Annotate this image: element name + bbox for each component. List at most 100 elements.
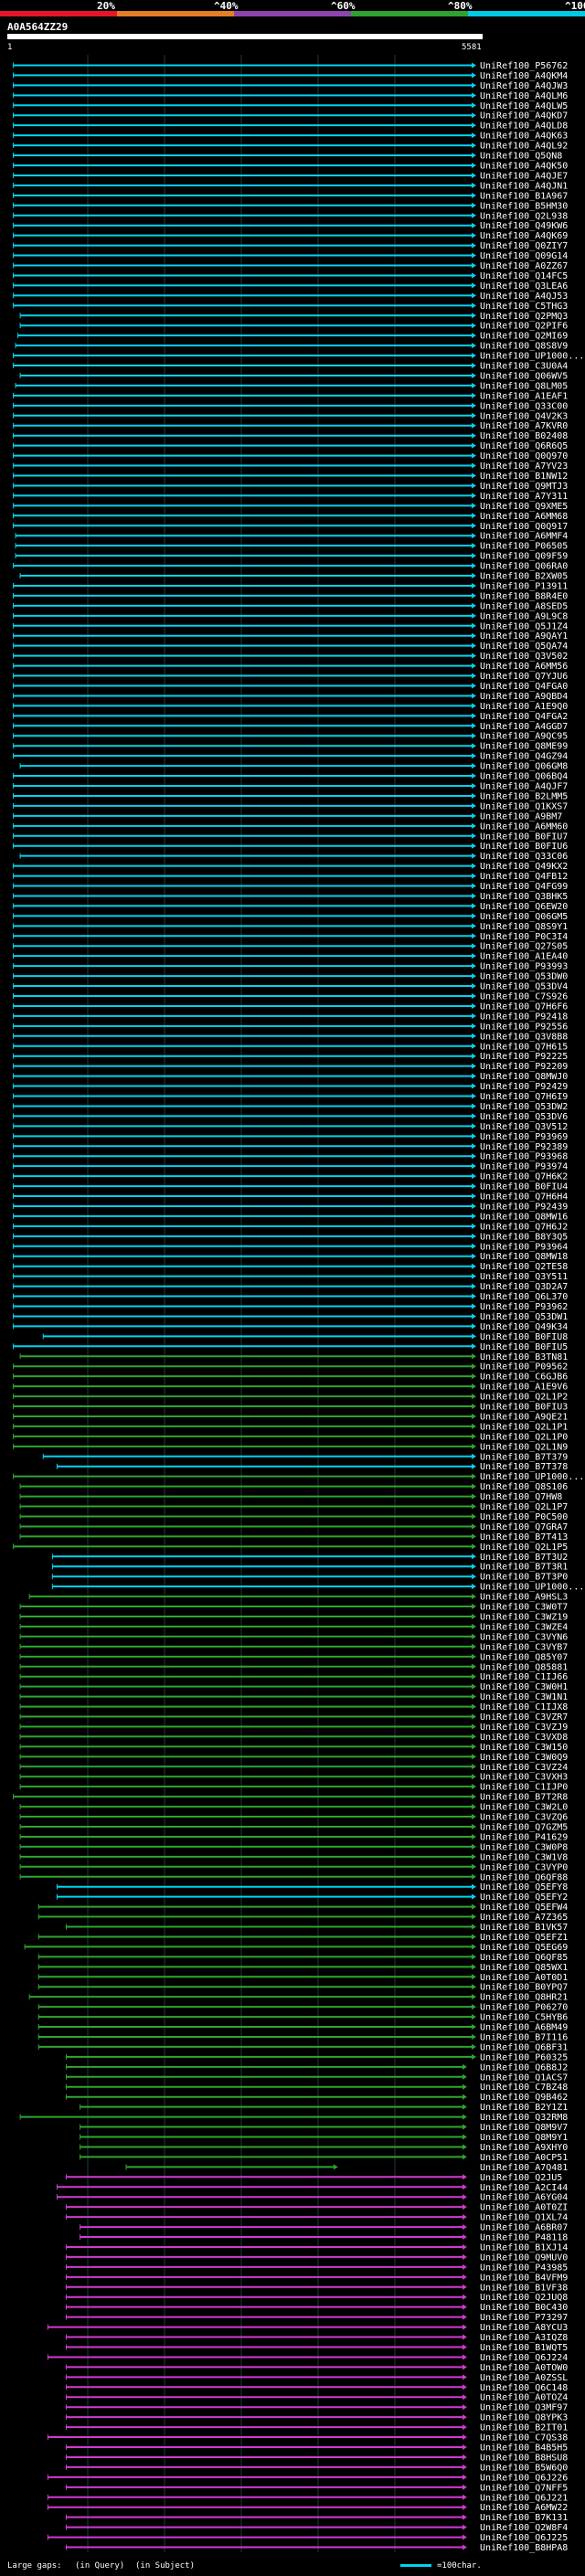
hit-label: UniRef100_B7T3R1 xyxy=(480,1563,568,1573)
hit-label: UniRef100_Q7NFF5 xyxy=(480,2483,568,2493)
hit-label: UniRef100_Q4FG99 xyxy=(480,882,568,892)
hit-label: UniRef100_Q6J226 xyxy=(480,2473,568,2483)
hit-label: UniRef100_Q2MI69 xyxy=(480,332,568,342)
hit-label: UniRef100_A7Q481 xyxy=(480,2163,568,2173)
hit-label: UniRef100_Q09G14 xyxy=(480,251,568,261)
hit-label: UniRef100_Q4V2K3 xyxy=(480,411,568,421)
hit-label: UniRef100_A7Y311 xyxy=(480,492,568,502)
hit-label: UniRef100_B7T3P0 xyxy=(480,1573,568,1583)
hit-label: UniRef100_A6MW22 xyxy=(480,2503,568,2513)
hit-label: UniRef100_Q49K34 xyxy=(480,1322,568,1332)
hit-label: UniRef100_B02408 xyxy=(480,431,568,441)
hit-label: UniRef100_Q1ACS7 xyxy=(480,2072,568,2083)
hit-label: UniRef100_C3W0P8 xyxy=(480,1842,568,1852)
hit-label: UniRef100_C3W0H1 xyxy=(480,1682,568,1692)
hit-label: UniRef100_Q53DW0 xyxy=(480,972,568,982)
hit-label: UniRef100_A4QK63 xyxy=(480,132,568,142)
hit-label: UniRef100_Q8LM05 xyxy=(480,381,568,391)
hit-label: UniRef100_Q9MTJ3 xyxy=(480,482,568,492)
hit-label: UniRef100_Q0Q917 xyxy=(480,522,568,532)
hit-label: UniRef100_Q8S8V9 xyxy=(480,342,568,352)
hit-label: UniRef100_B2XW05 xyxy=(480,572,568,582)
hit-label: UniRef100_A7Z365 xyxy=(480,1913,568,1923)
hit-label: UniRef100_Q6B8J2 xyxy=(480,2062,568,2072)
colorbar-label: ^100% xyxy=(565,0,585,12)
hit-label: UniRef100_P93974 xyxy=(480,1162,568,1172)
hit-label: UniRef100_B1A967 xyxy=(480,191,568,201)
hit-label: UniRef100_Q3Y511 xyxy=(480,1272,568,1282)
hit-label: UniRef100_B8HPA8 xyxy=(480,2543,568,2553)
hit-label: UniRef100_B0FIU6 xyxy=(480,842,568,852)
hit-label: UniRef100_A9QAY1 xyxy=(480,631,568,641)
hit-label: UniRef100_Q8ME99 xyxy=(480,742,568,752)
hit-label: UniRef100_P92439 xyxy=(480,1202,568,1212)
hit-label: UniRef100_Q6J221 xyxy=(480,2493,568,2503)
hit-label: UniRef100_B8R4E0 xyxy=(480,591,568,601)
hit-label: UniRef100_Q3BHK5 xyxy=(480,892,568,902)
hit-label: UniRef100_A0ZZ67 xyxy=(480,261,568,271)
hit-label: UniRef100_B5HM30 xyxy=(480,201,568,211)
query-bar xyxy=(7,34,483,39)
hit-label: UniRef100_B0YPQ7 xyxy=(480,1983,568,1993)
hit-label: UniRef100_A7KVR0 xyxy=(480,421,568,431)
hit-label: UniRef100_Q8M9V7 xyxy=(480,2123,568,2133)
hit-label: UniRef100_Q5J1Z4 xyxy=(480,621,568,631)
hit-label: UniRef100_A4GGD7 xyxy=(480,722,568,732)
hit-label: UniRef100_C3VYP0 xyxy=(480,1862,568,1872)
hit-label: UniRef100_C3W0Q9 xyxy=(480,1753,568,1763)
hit-label: UniRef100_A4QK69 xyxy=(480,231,568,241)
hit-label: UniRef100_A1EA40 xyxy=(480,952,568,962)
hit-label: UniRef100_P43985 xyxy=(480,2263,568,2273)
hit-label: UniRef100_P93968 xyxy=(480,1152,568,1162)
hit-label: UniRef100_Q2L1P2 xyxy=(480,1393,568,1403)
hit-label: UniRef100_B1XJ14 xyxy=(480,2242,568,2253)
hit-label: UniRef100_Q53DV6 xyxy=(480,1112,568,1122)
hit-label: UniRef100_Q53DW1 xyxy=(480,1312,568,1322)
hit-label: UniRef100_Q7H6J2 xyxy=(480,1222,568,1232)
hit-label: UniRef100_C3W2L0 xyxy=(480,1803,568,1813)
hit-label: UniRef100_Q2W8F4 xyxy=(480,2523,568,2533)
hit-label: UniRef100_Q06WV5 xyxy=(480,371,568,381)
hit-label: UniRef100_A0T0D1 xyxy=(480,1973,568,1983)
hit-label: UniRef100_C3VYN6 xyxy=(480,1632,568,1642)
hit-label: UniRef100_C3WZE4 xyxy=(480,1622,568,1632)
hit-label: UniRef100_Q8M9Y1 xyxy=(480,2133,568,2143)
hit-label: UniRef100_Q2PIF6 xyxy=(480,322,568,332)
hit-label: UniRef100_Q3V512 xyxy=(480,1122,568,1132)
hit-label: UniRef100_A4QKM4 xyxy=(480,71,568,81)
hit-label: UniRef100_Q49KW6 xyxy=(480,221,568,231)
hit-label: UniRef100_P06505 xyxy=(480,542,568,552)
hit-label: UniRef100_Q3LEA6 xyxy=(480,281,568,292)
hit-label: UniRef100_C5HYB6 xyxy=(480,2013,568,2023)
hit-label: UniRef100_C3U0A4 xyxy=(480,362,568,372)
hit-label: UniRef100_Q06BQ4 xyxy=(480,772,568,782)
hit-label: UniRef100_Q9B462 xyxy=(480,2093,568,2103)
hit-label: UniRef100_Q2JU5 xyxy=(480,2173,562,2183)
hit-label: UniRef100_B0FIU5 xyxy=(480,1342,568,1352)
hit-label: UniRef100_B0FIU8 xyxy=(480,1332,568,1342)
hit-label: UniRef100_Q32RM8 xyxy=(480,2113,568,2123)
hit-label: UniRef100_A4QKD7 xyxy=(480,111,568,122)
hit-label: UniRef100_P48118 xyxy=(480,2233,568,2243)
hit-label: UniRef100_B1NW12 xyxy=(480,472,568,482)
hit-label: UniRef100_A4QJN1 xyxy=(480,181,568,191)
hit-label: UniRef100_P06270 xyxy=(480,2003,568,2013)
hit-label: UniRef100_Q7YJU6 xyxy=(480,672,568,682)
hit-label: UniRef100_Q7H6F6 xyxy=(480,1002,568,1012)
hit-label: UniRef100_B7T3U2 xyxy=(480,1553,568,1563)
hit-label: UniRef100_UP1000... xyxy=(480,1583,584,1593)
hit-label: UniRef100_Q2L1P1 xyxy=(480,1422,568,1432)
hit-label: UniRef100_C3W0T7 xyxy=(480,1603,568,1613)
hit-label: UniRef100_B7T2R8 xyxy=(480,1793,568,1803)
hit-label: UniRef100_P92418 xyxy=(480,1012,568,1022)
hit-label: UniRef100_C3VYB7 xyxy=(480,1642,568,1652)
hit-label: UniRef100_A4QJW3 xyxy=(480,81,568,91)
hit-label: UniRef100_Q6L370 xyxy=(480,1292,568,1302)
hit-label: UniRef100_Q85Y07 xyxy=(480,1652,568,1662)
hit-label: UniRef100_Q2L1P5 xyxy=(480,1542,568,1553)
hit-label: UniRef100_Q49KX2 xyxy=(480,862,568,872)
hit-label: UniRef100_Q4GZ94 xyxy=(480,752,568,762)
hit-label: UniRef100_A6BR07 xyxy=(480,2223,568,2233)
hit-label: UniRef100_A1E9Q0 xyxy=(480,702,568,712)
hit-label: UniRef100_A6MMF4 xyxy=(480,532,568,542)
